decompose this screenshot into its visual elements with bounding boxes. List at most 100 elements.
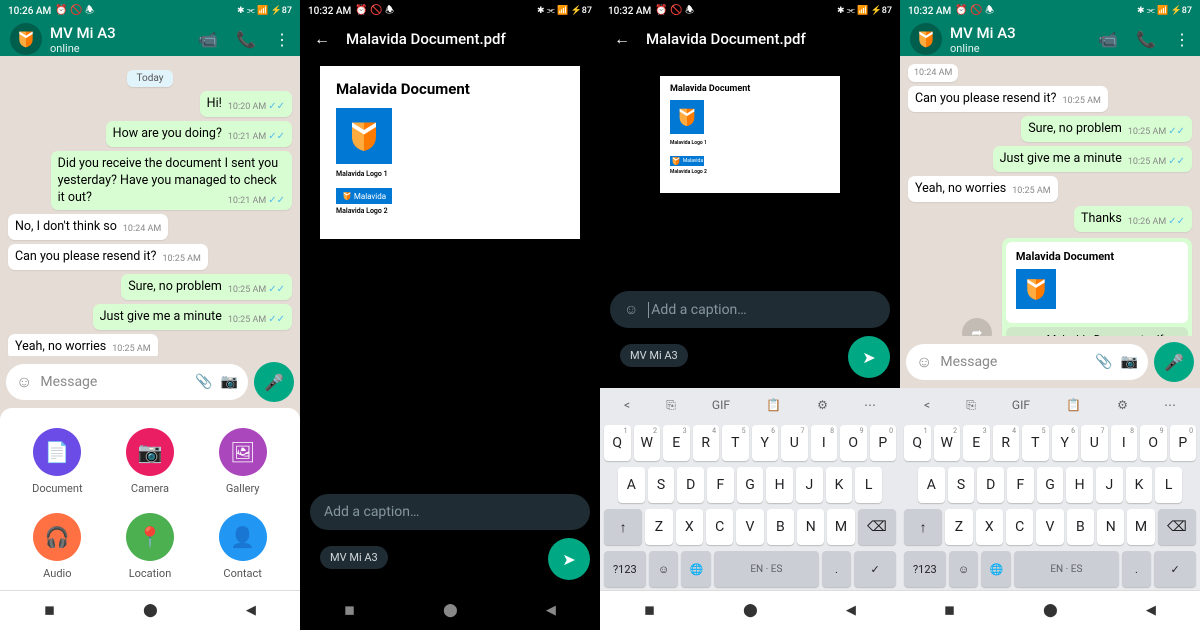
key-D[interactable]: D [977, 467, 1004, 503]
key-enter[interactable]: ✓ [1154, 551, 1196, 587]
key-T[interactable]: T5 [1022, 425, 1049, 461]
key-W[interactable]: W2 [634, 425, 661, 461]
key-N[interactable]: N [1097, 509, 1124, 545]
kb-back-icon[interactable]: < [624, 398, 630, 412]
nav-home-icon[interactable]: ⬤ [743, 603, 758, 618]
camera-icon[interactable]: 📷 [1121, 354, 1138, 370]
emoji-icon[interactable]: ☺ [16, 372, 32, 392]
message-input[interactable]: ☺ Message 📎 📷 [6, 364, 248, 400]
key-delete[interactable]: ⌫ [858, 509, 896, 545]
key-delete[interactable]: ⌫ [1158, 509, 1196, 545]
key-W[interactable]: W2 [934, 425, 961, 461]
attach-icon[interactable]: 📎 [195, 374, 212, 390]
key-S[interactable]: S [948, 467, 975, 503]
key-P[interactable]: P0 [1170, 425, 1197, 461]
nav-back-icon[interactable]: ◀ [546, 603, 556, 618]
nav-home-icon[interactable]: ⬤ [1043, 603, 1058, 618]
attach-contact[interactable]: 👤Contact [201, 513, 284, 580]
key-B[interactable]: B [767, 509, 794, 545]
kb-more-icon[interactable]: ⋯ [1164, 398, 1176, 412]
kb-gif-icon[interactable]: GIF [1012, 398, 1030, 412]
attach-camera[interactable]: 📷Camera [109, 428, 192, 495]
key-L[interactable]: L [1155, 467, 1182, 503]
key-E[interactable]: E3 [963, 425, 990, 461]
key-emoji[interactable]: ☺ [649, 551, 679, 587]
key-C[interactable]: C [1006, 509, 1033, 545]
kb-sticker-icon[interactable]: ⎘ [966, 398, 976, 413]
key-K[interactable]: K [826, 467, 853, 503]
nav-home-icon[interactable]: ⬤ [443, 603, 458, 618]
key-dot[interactable]: . [1122, 551, 1152, 587]
key-C[interactable]: C [706, 509, 733, 545]
key-G[interactable]: G [737, 467, 764, 503]
key-O[interactable]: O9 [1140, 425, 1167, 461]
attach-icon[interactable]: 📎 [1095, 354, 1112, 370]
recipient-chip[interactable]: MV Mi A3 [320, 546, 388, 569]
mic-button[interactable]: 🎤 [1154, 342, 1194, 382]
key-X[interactable]: X [676, 509, 703, 545]
key-F[interactable]: F [1007, 467, 1034, 503]
forward-icon[interactable]: ➦ [962, 318, 992, 336]
attach-location[interactable]: 📍Location [109, 513, 192, 580]
back-icon[interactable]: ← [614, 29, 630, 49]
key-T[interactable]: T5 [722, 425, 749, 461]
kb-back-icon[interactable]: < [924, 398, 930, 412]
key-Y[interactable]: Y6 [752, 425, 779, 461]
key-Z[interactable]: Z [645, 509, 672, 545]
kb-clipboard-icon[interactable]: 📋 [766, 398, 781, 412]
send-button[interactable]: ➤ [848, 336, 890, 378]
caption-input[interactable]: ☺ Add a caption… [610, 291, 890, 328]
key-Q[interactable]: Q1 [904, 425, 931, 461]
key-U[interactable]: U7 [1081, 425, 1108, 461]
voice-call-icon[interactable]: 📞 [1136, 30, 1156, 49]
kb-settings-icon[interactable]: ⚙ [817, 398, 828, 412]
more-icon[interactable]: ⋮ [1174, 30, 1190, 49]
kb-gif-icon[interactable]: GIF [712, 398, 730, 412]
key-E[interactable]: E3 [663, 425, 690, 461]
key-I[interactable]: I8 [1111, 425, 1138, 461]
key-J[interactable]: J [796, 467, 823, 503]
key-shift[interactable]: ↑ [904, 509, 942, 545]
recipient-chip[interactable]: MV Mi A3 [620, 344, 688, 367]
nav-back-icon[interactable]: ◀ [1146, 603, 1156, 618]
send-button[interactable]: ➤ [548, 538, 590, 580]
nav-back-icon[interactable]: ◀ [246, 603, 256, 618]
key-R[interactable]: R4 [693, 425, 720, 461]
key-J[interactable]: J [1096, 467, 1123, 503]
more-icon[interactable]: ⋮ [274, 30, 290, 49]
emoji-icon[interactable]: ☺ [916, 352, 932, 372]
attach-gallery[interactable]: 🖼Gallery [201, 428, 284, 495]
key-M[interactable]: M [827, 509, 854, 545]
key-Q[interactable]: Q1 [604, 425, 631, 461]
video-call-icon[interactable]: 📹 [1098, 30, 1118, 49]
key-S[interactable]: S [648, 467, 675, 503]
nav-back-icon[interactable]: ◀ [846, 603, 856, 618]
mic-button[interactable]: 🎤 [254, 362, 294, 402]
nav-home-icon[interactable]: ⬤ [143, 603, 158, 618]
key-K[interactable]: K [1126, 467, 1153, 503]
key-H[interactable]: H [1066, 467, 1093, 503]
key-Y[interactable]: Y6 [1052, 425, 1079, 461]
kb-clipboard-icon[interactable]: 📋 [1066, 398, 1081, 412]
key-space[interactable]: EN · ES [714, 551, 818, 587]
message-input[interactable]: ☺ Message 📎 📷 [906, 344, 1148, 380]
key-G[interactable]: G [1037, 467, 1064, 503]
caption-input[interactable]: Add a caption… [310, 494, 590, 530]
attach-document[interactable]: 📄Document [16, 428, 99, 495]
contact-avatar[interactable] [910, 23, 942, 55]
key-I[interactable]: I8 [811, 425, 838, 461]
key-Z[interactable]: Z [945, 509, 972, 545]
nav-recent-icon[interactable]: ◼ [44, 603, 55, 618]
key-U[interactable]: U7 [781, 425, 808, 461]
key-A[interactable]: A [618, 467, 645, 503]
key-H[interactable]: H [766, 467, 793, 503]
key-D[interactable]: D [677, 467, 704, 503]
contact-avatar[interactable] [10, 23, 42, 55]
key-R[interactable]: R4 [993, 425, 1020, 461]
key-A[interactable]: A [918, 467, 945, 503]
nav-recent-icon[interactable]: ◼ [344, 603, 355, 618]
key-L[interactable]: L [855, 467, 882, 503]
key-emoji[interactable]: ☺ [949, 551, 979, 587]
key-X[interactable]: X [976, 509, 1003, 545]
kb-settings-icon[interactable]: ⚙ [1117, 398, 1128, 412]
